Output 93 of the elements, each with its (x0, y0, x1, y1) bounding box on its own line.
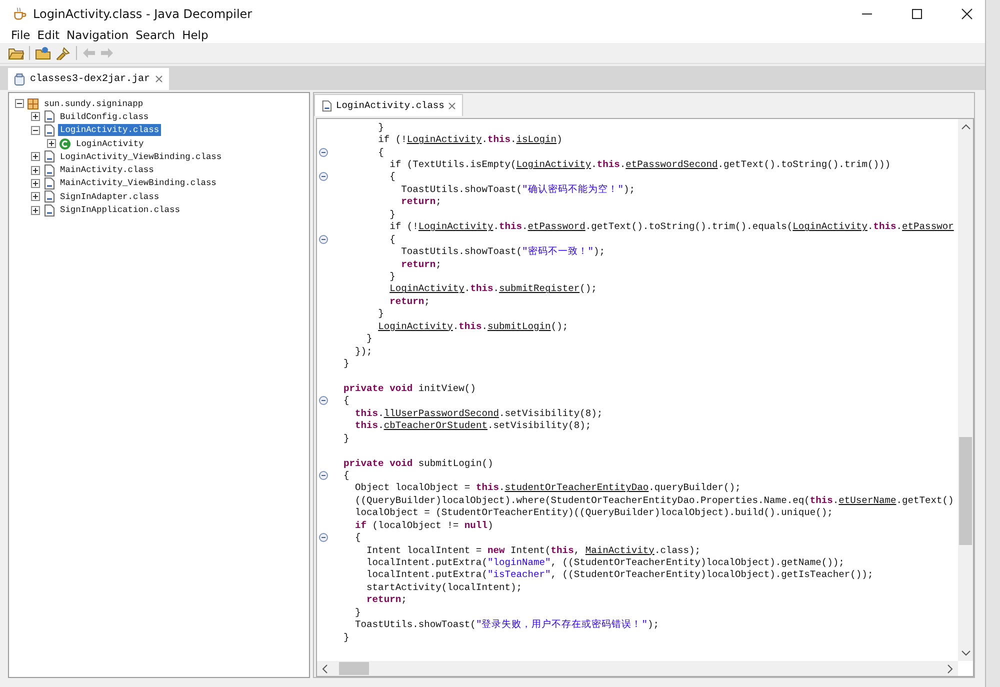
scrollbar-thumb[interactable] (339, 662, 369, 675)
code-line: { (377, 146, 384, 158)
package-icon (27, 98, 39, 110)
menu-item[interactable]: File (9, 28, 32, 42)
tree-toggle-icon[interactable] (15, 99, 24, 108)
editor-tab[interactable]: LoginActivity.class (314, 94, 464, 116)
code-line: return; (388, 296, 430, 307)
code-line: Object localObject = this.studentOrTeacherEntityDao.queryBuilder(); (354, 482, 741, 494)
code-line: this.cbTeacherOrStudent.setVisibility(8); (354, 420, 592, 432)
code-line: if (localObject != null) (354, 520, 494, 531)
folder-icon[interactable] (8, 46, 24, 60)
menu-item[interactable]: Help (180, 28, 210, 42)
folder-icon[interactable] (35, 46, 51, 60)
code-line: Intent localIntent = new Intent(this, MainActivity.class); (366, 544, 700, 556)
fold-icon[interactable] (319, 234, 328, 244)
class-file-icon (43, 110, 55, 124)
code-line: }); (354, 346, 372, 357)
code-line: { (388, 234, 396, 245)
jar-icon (14, 72, 25, 86)
code-line: return; (400, 196, 442, 208)
code-line: localIntent.putExtra("isTeacher", ((StudentOrTeacherEntity)localObject).getIsTeacher()); (366, 569, 874, 580)
code-line: if (!LoginActivity.this.etPassword.getText().toString().trim().equals(LoginActivity.this.etPasswor (388, 221, 954, 232)
code-line: } (354, 606, 361, 618)
tree-toggle-icon[interactable] (31, 112, 40, 122)
tree-toggle-icon[interactable] (31, 166, 40, 175)
code-line: } (388, 270, 396, 282)
window-title: LoginActivity.class - Java Decompiler (33, 6, 252, 20)
code-line: { (342, 395, 350, 406)
tree-toggle-icon[interactable] (31, 192, 40, 202)
tree-item[interactable]: MainActivity.class (58, 164, 156, 176)
class-file-icon (43, 164, 55, 177)
menu-item[interactable]: Edit (35, 28, 62, 42)
code-line: LoginActivity.this.submitLogin(); (377, 320, 568, 332)
tree-item[interactable]: MainActivity_ViewBinding.class (58, 177, 218, 190)
class-icon (59, 138, 71, 150)
code-line: } (377, 308, 384, 320)
menu-item[interactable]: Navigation (64, 28, 131, 42)
flashlight-icon[interactable] (55, 46, 71, 60)
class-file-icon (321, 100, 332, 112)
class-file-icon (43, 150, 55, 164)
fold-icon[interactable] (319, 533, 328, 542)
class-file-icon (43, 124, 55, 137)
tree-toggle-icon[interactable] (31, 206, 40, 215)
tree-toggle-icon[interactable] (31, 126, 40, 135)
scroll-down-icon[interactable] (960, 649, 970, 657)
code-line: } (388, 208, 396, 220)
coffee-cup-icon (12, 6, 27, 21)
menu-item[interactable]: Search (134, 28, 178, 42)
tree-toggle-icon[interactable] (31, 152, 40, 162)
code-line: this.llUserPasswordSecond.setVisibility(8); (354, 408, 603, 419)
code-line: } (366, 333, 372, 344)
code-line: startActivity(localIntent); (366, 582, 522, 593)
scrollbar-thumb[interactable] (959, 436, 972, 546)
code-line: private void submitLogin() (342, 458, 494, 469)
code-line: LoginActivity.this.submitRegister(); (388, 283, 597, 294)
code-line: return; (366, 594, 407, 606)
tree-toggle-icon[interactable] (47, 139, 56, 148)
code-line: ToastUtils.showToast("登录失败，用户不存在或密码错误！"); (354, 618, 659, 632)
class-file-icon (43, 176, 55, 190)
scroll-left-icon[interactable] (321, 664, 329, 674)
class-file-icon (43, 190, 55, 204)
code-line: } (377, 122, 384, 133)
fold-icon[interactable] (319, 172, 328, 182)
fold-icon[interactable] (319, 470, 328, 480)
code-line: localObject = (StudentOrTeacherEntity)((QueryBuilder)localObject).build().unique(); (354, 507, 833, 518)
tree-item[interactable]: LoginActivity.class (58, 124, 162, 136)
code-line: if (!LoginActivity.this.isLogin) (377, 134, 562, 146)
fold-icon[interactable] (319, 148, 328, 157)
code-line: { (388, 171, 396, 182)
scroll-up-icon[interactable] (960, 123, 970, 131)
tree-toggle-icon[interactable] (31, 178, 40, 188)
code-line: localIntent.putExtra("loginName", ((StudentOrTeacherEntity)localObject).getName()); (366, 557, 844, 568)
code-line: { (354, 532, 361, 544)
tree-item[interactable]: LoginActivity_ViewBinding.class (58, 150, 224, 163)
code-line: if (TextUtils.isEmpty(LoginActivity.this.etPasswordSecond.getText().toString().trim())) (388, 159, 890, 170)
fold-icon[interactable] (319, 396, 328, 406)
code-line: private void initView() (342, 382, 476, 394)
code-line: ToastUtils.showToast("密码不一致！"); (400, 245, 606, 258)
code-line: return; (400, 258, 442, 270)
code-line: } (342, 432, 350, 444)
code-line: ((QueryBuilder)localObject).where(StudentOrTeacherEntityDao.Properties.Name.eq(this.etUserName.getText() (354, 494, 954, 506)
code-line: } (342, 358, 350, 370)
tree-item[interactable]: BuildConfig.class (58, 110, 151, 123)
code-line: } (342, 632, 350, 643)
scroll-right-icon[interactable] (946, 664, 954, 674)
class-file-icon (43, 204, 55, 217)
tree-item[interactable]: LoginActivity (74, 138, 146, 150)
code-line: { (342, 470, 350, 481)
tree-item[interactable]: SignInAdapter.class (58, 190, 162, 203)
file-tab[interactable]: classes3-dex2jar.jar (8, 68, 170, 90)
tree-item[interactable]: SignInApplication.class (58, 204, 182, 216)
code-line: ToastUtils.showToast("确认密码不能为空！"); (400, 182, 636, 196)
tree-item[interactable]: sun.sundy.signinapp (42, 98, 146, 110)
